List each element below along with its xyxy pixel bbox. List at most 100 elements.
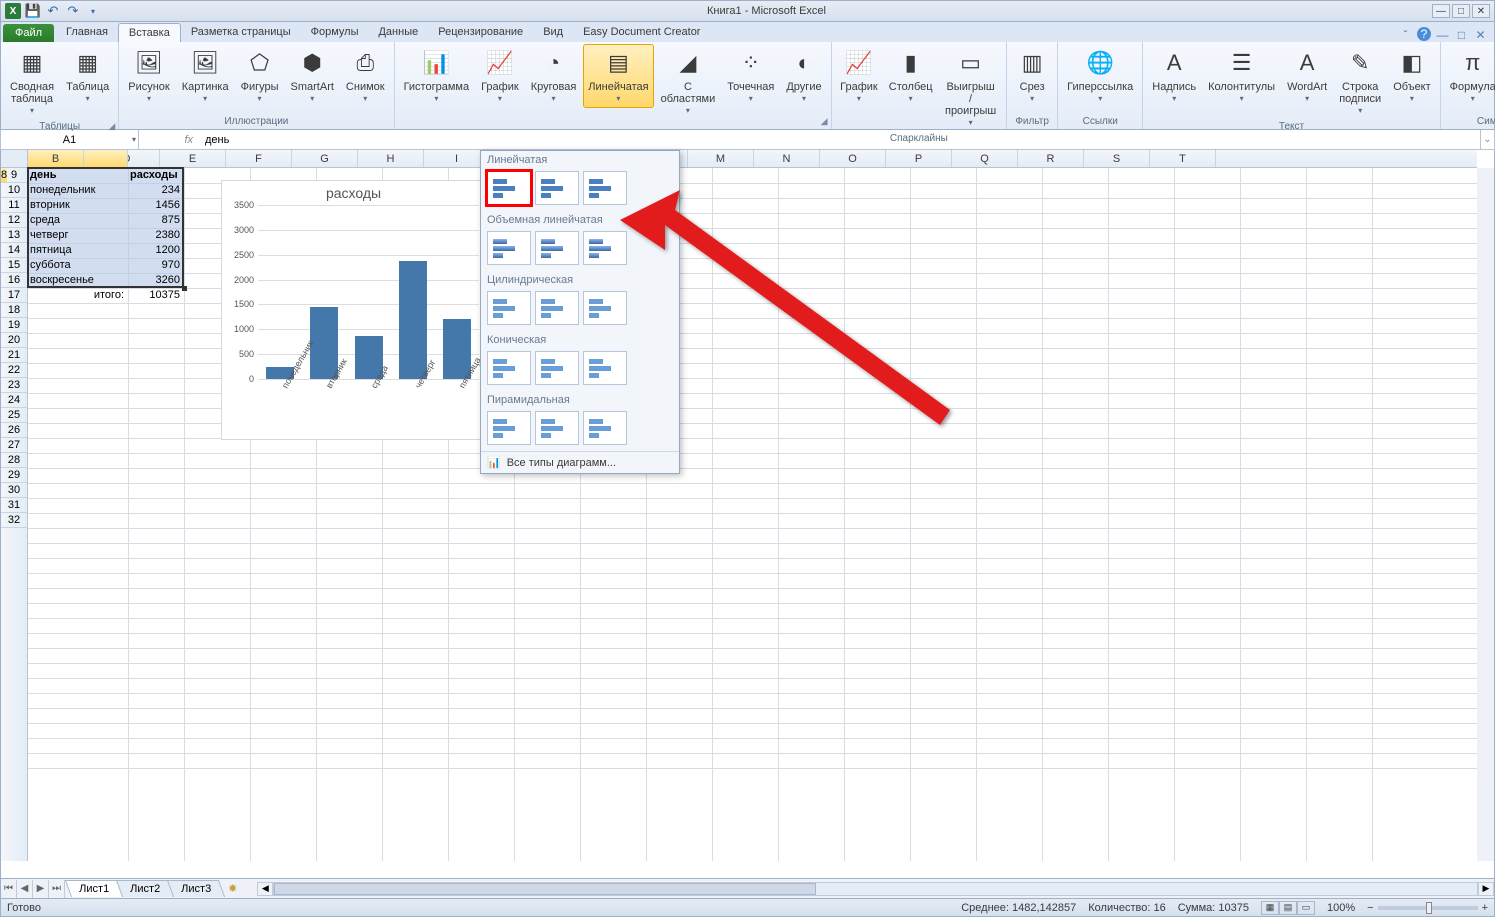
cell[interactable]: понедельник [28, 183, 126, 198]
cell[interactable]: суббота [28, 258, 126, 273]
name-box-dropdown-icon[interactable]: ▾ [132, 135, 136, 144]
row-header[interactable]: 14 [1, 243, 27, 258]
row-header[interactable]: 28 [1, 453, 27, 468]
row-header[interactable]: 8 [1, 168, 7, 183]
zoom-out-icon[interactable]: − [1367, 902, 1373, 914]
ribbon-tab[interactable]: Easy Document Creator [573, 23, 710, 42]
ribbon-button[interactable]: ☰Колонтитулы▾ [1203, 44, 1280, 108]
chart-type-option[interactable] [583, 291, 627, 325]
all-chart-types[interactable]: 📊Все типы диаграмм... [481, 451, 679, 473]
bar-chart-gallery[interactable]: ЛинейчатаяОбъемная линейчатаяЦилиндричес… [480, 150, 680, 474]
sheet-tab[interactable]: Лист3 [167, 880, 225, 897]
sheet-prev-icon[interactable]: ◀ [17, 880, 33, 898]
ribbon-button[interactable]: ◧Объект▾ [1388, 44, 1435, 108]
row-header[interactable]: 26 [1, 423, 27, 438]
row-header[interactable]: 10 [1, 183, 27, 198]
chart-type-option[interactable] [535, 231, 579, 265]
select-all-corner[interactable] [1, 150, 28, 168]
ribbon-tab[interactable]: Вставка [118, 23, 181, 42]
qat-dropdown-icon[interactable]: ▾ [85, 3, 101, 19]
sheet-next-icon[interactable]: ▶ [33, 880, 49, 898]
column-header[interactable]: T [1150, 150, 1216, 167]
cell[interactable]: 3260 [128, 273, 182, 288]
ribbon-tab[interactable]: Рецензирование [428, 23, 533, 42]
hscroll-track[interactable] [273, 882, 1478, 896]
ribbon-button[interactable]: ▭Выигрыш /проигрыш▾ [939, 44, 1002, 132]
name-box[interactable]: A1 ▾ [1, 130, 139, 149]
row-header[interactable]: 16 [1, 273, 27, 288]
ribbon-button[interactable]: 📈График▾ [836, 44, 883, 108]
ribbon-button[interactable]: ◐Другие▾ [781, 44, 826, 108]
zoom-in-icon[interactable]: + [1482, 902, 1488, 914]
row-headers[interactable]: 1234567891011121314151617181920212223242… [1, 168, 28, 861]
close-button[interactable]: ✕ [1472, 4, 1490, 18]
minimize-ribbon-icon[interactable]: ˇ [1398, 27, 1413, 42]
row-header[interactable]: 21 [1, 348, 27, 363]
chart-type-option[interactable] [487, 231, 531, 265]
view-switcher[interactable]: ▦▤▭ [1261, 901, 1315, 915]
chart-type-option[interactable] [535, 351, 579, 385]
row-header[interactable]: 32 [1, 513, 27, 528]
row-header[interactable]: 22 [1, 363, 27, 378]
row-header[interactable]: 25 [1, 408, 27, 423]
chart-type-option[interactable] [535, 411, 579, 445]
column-header[interactable]: S [1084, 150, 1150, 167]
zoom-slider[interactable]: − + [1367, 902, 1488, 914]
help-icon[interactable]: ? [1417, 27, 1431, 41]
cell[interactable]: 234 [128, 183, 182, 198]
column-header[interactable]: P [886, 150, 952, 167]
chart-type-option[interactable] [535, 291, 579, 325]
cell[interactable]: итого: [28, 288, 126, 303]
chart-type-option[interactable] [583, 351, 627, 385]
minimize-button[interactable]: — [1432, 4, 1450, 18]
cell[interactable]: пятница [28, 243, 126, 258]
ribbon-tab[interactable]: Данные [368, 23, 428, 42]
ribbon-button[interactable]: ⎙Снимок▾ [341, 44, 390, 108]
page-layout-view-icon[interactable]: ▤ [1279, 901, 1297, 915]
page-break-view-icon[interactable]: ▭ [1297, 901, 1315, 915]
chart-type-option[interactable] [535, 171, 579, 205]
vertical-scrollbar[interactable] [1477, 168, 1494, 861]
cell[interactable]: 10375 [128, 288, 182, 303]
cell[interactable]: день [28, 168, 126, 183]
ribbon-button[interactable]: AНадпись▾ [1147, 44, 1201, 108]
column-header[interactable]: R [1018, 150, 1084, 167]
ribbon-restore-icon[interactable]: □ [1454, 27, 1469, 42]
ribbon-button[interactable]: ⁘Точечная▾ [722, 44, 779, 108]
redo-icon[interactable]: ↷ [65, 3, 81, 19]
ribbon-tab[interactable]: Разметка страницы [181, 23, 301, 42]
ribbon-button[interactable]: ▤Линейчатая▾ [583, 44, 653, 108]
chart-type-option[interactable] [487, 411, 531, 445]
cell[interactable]: четверг [28, 228, 126, 243]
column-header[interactable]: O [820, 150, 886, 167]
row-header[interactable]: 12 [1, 213, 27, 228]
ribbon-button[interactable]: πФормула▾ [1445, 44, 1495, 108]
row-header[interactable]: 15 [1, 258, 27, 273]
row-header[interactable]: 11 [1, 198, 27, 213]
ribbon-button[interactable]: 🖼Картинка▾ [177, 44, 234, 108]
normal-view-icon[interactable]: ▦ [1261, 901, 1279, 915]
cell[interactable]: 1456 [128, 198, 182, 213]
ribbon-tab[interactable]: Вид [533, 23, 573, 42]
worksheet-grid[interactable]: ABCDEFGHIJKLMNOPQRST 1234567891011121314… [0, 150, 1495, 879]
hscroll-right-icon[interactable]: ▶ [1478, 882, 1494, 896]
row-header[interactable]: 27 [1, 438, 27, 453]
zoom-level[interactable]: 100% [1327, 902, 1355, 914]
column-header[interactable]: N [754, 150, 820, 167]
ribbon-button[interactable]: ⬢SmartArt▾ [286, 44, 339, 108]
undo-icon[interactable]: ↶ [45, 3, 61, 19]
row-header[interactable]: 29 [1, 468, 27, 483]
row-header[interactable]: 19 [1, 318, 27, 333]
ribbon-button[interactable]: ▥Срез▾ [1011, 44, 1053, 108]
horizontal-scrollbar[interactable]: ◀ ▶ [257, 882, 1494, 896]
ribbon-button[interactable]: ✎Строкаподписи▾ [1334, 44, 1386, 120]
ribbon-close-icon[interactable]: ✕ [1473, 27, 1488, 42]
chart-type-option[interactable] [487, 171, 531, 205]
ribbon-min-icon[interactable]: — [1435, 27, 1450, 42]
row-header[interactable]: 17 [1, 288, 27, 303]
ribbon-button[interactable]: 🌐Гиперссылка▾ [1062, 44, 1138, 108]
row-header[interactable]: 18 [1, 303, 27, 318]
cell[interactable]: 970 [128, 258, 182, 273]
hscroll-thumb[interactable] [274, 883, 815, 895]
ribbon-button[interactable]: 📈График▾ [476, 44, 524, 108]
